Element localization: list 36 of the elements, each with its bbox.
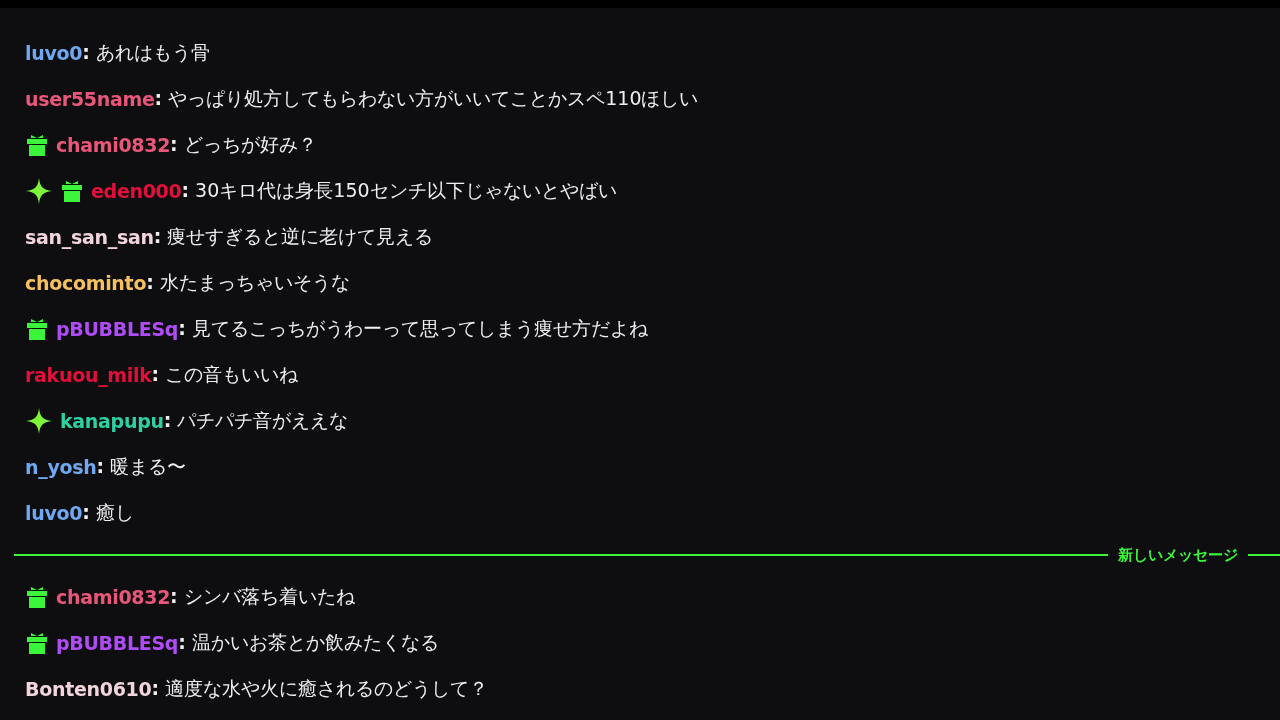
chat-message: : 適度な水や火に癒されるのどうして？ bbox=[151, 676, 489, 701]
username[interactable]: chami0832 bbox=[56, 134, 171, 156]
gift-icon bbox=[25, 585, 49, 609]
username[interactable]: n_yosh bbox=[25, 456, 97, 478]
chat-message: : 水たまっちゃいそうな bbox=[146, 270, 350, 295]
chat-message: : やっぱり処方してもらわない方がいいてことかスペ110ほしい bbox=[154, 86, 699, 111]
chat-message: : 見てるこっちがうわーって思ってしまう痩せ方だよね bbox=[178, 316, 648, 341]
username[interactable]: pBUBBLESq bbox=[56, 632, 179, 654]
chat-message: : この音もいいね bbox=[151, 362, 299, 385]
username[interactable]: kanapupu bbox=[60, 410, 164, 432]
chat-message: : どっちが好み？ bbox=[170, 132, 317, 157]
gift-icon bbox=[25, 631, 49, 655]
gift-icon bbox=[60, 179, 84, 203]
username[interactable]: chami0832 bbox=[56, 586, 171, 608]
chat-message: : パチパチ音がええな bbox=[163, 408, 349, 433]
chat-message: : 暖まる〜 bbox=[96, 454, 187, 479]
chat-message: : 癒し bbox=[82, 500, 134, 525]
chat-message: : シンバ落ち着いたね bbox=[170, 584, 355, 609]
chat-message: : あれはもう骨 bbox=[82, 40, 210, 65]
username[interactable]: Bonten0610 bbox=[25, 678, 152, 700]
username[interactable]: pBUBBLESq bbox=[56, 318, 179, 340]
gift-icon bbox=[25, 133, 49, 157]
new-messages-label: 新しいメッセージ bbox=[1118, 545, 1238, 565]
username[interactable]: rakuou_milk bbox=[25, 364, 152, 386]
sparkle-icon bbox=[25, 407, 53, 435]
chat-message: : 痩せすぎると逆に老けて見える bbox=[153, 224, 434, 249]
chat-message: : 30キロ代は身長150センチ以下じゃないとやばい bbox=[181, 178, 617, 203]
username[interactable]: chocominto bbox=[25, 272, 147, 294]
gift-icon bbox=[25, 317, 49, 341]
username[interactable]: luvo0 bbox=[25, 502, 83, 524]
chat-message: : 温かいお茶とか飲みたくなる bbox=[178, 630, 439, 655]
username[interactable]: luvo0 bbox=[25, 42, 83, 64]
username[interactable]: eden000 bbox=[91, 180, 182, 202]
username[interactable]: san_san_san bbox=[25, 226, 154, 248]
username[interactable]: user55name bbox=[25, 88, 155, 110]
sparkle-icon bbox=[25, 177, 53, 205]
